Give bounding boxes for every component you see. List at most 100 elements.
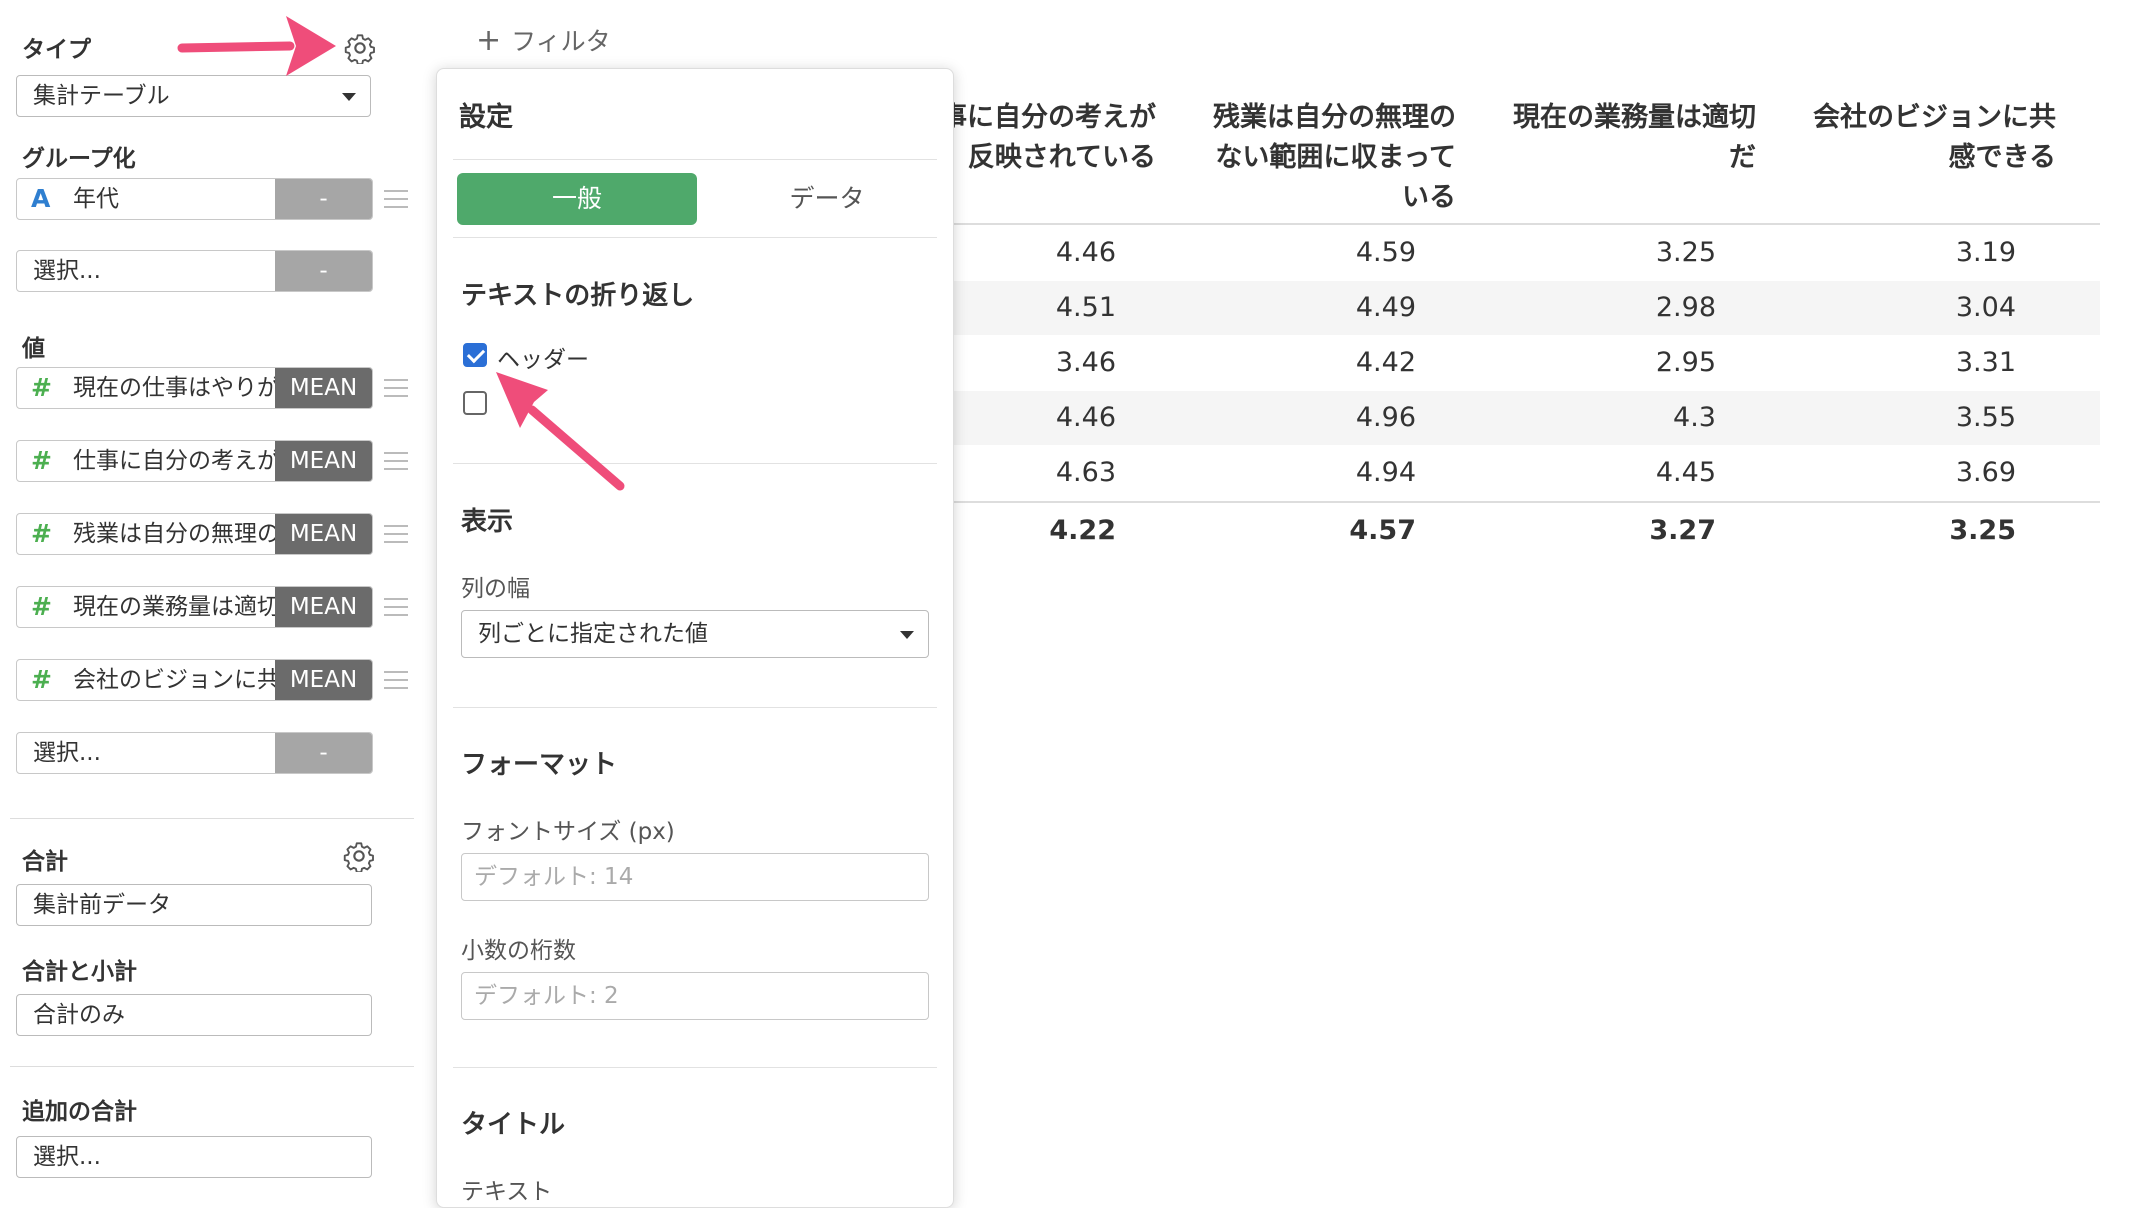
table-row: 4.46 4.96 4.3 3.55 (940, 391, 2100, 445)
table-cell: 3.31 (1955, 347, 2016, 378)
col-width-select[interactable]: 列ごとに指定された値 (461, 610, 929, 658)
subtotal-select[interactable]: 合計のみ (16, 994, 372, 1036)
column-header[interactable]: 会社のビジョンに共 感できる (1776, 98, 2056, 178)
col-width-label: 列の幅 (461, 576, 530, 602)
font-size-input[interactable] (461, 853, 929, 901)
value-agg-button[interactable]: MEAN (275, 587, 372, 627)
drag-handle-icon[interactable] (384, 598, 408, 616)
add-filter-button[interactable]: + フィルタ (476, 22, 611, 58)
value-item[interactable]: # 会社のビジョンに共感できる MEAN (16, 659, 373, 701)
column-header[interactable]: 現在の業務量は適切 だ (1476, 98, 1756, 178)
table-cell: 3.55 (1955, 402, 2016, 433)
value-agg-button[interactable]: MEAN (275, 368, 372, 408)
wrap-header-label: ヘッダー (497, 347, 589, 373)
table-cell: 2.98 (1655, 292, 1716, 323)
header-line: 会社のビジョンに共 (1813, 102, 2056, 133)
header-line: いる (1402, 182, 1456, 213)
value-item-name: 会社のビジョンに共感できる (73, 667, 293, 693)
tab-data[interactable]: データ (707, 173, 947, 225)
subtotal-label: 合計と小計 (22, 959, 137, 985)
header-line: 残業は自分の無理の (1213, 102, 1456, 133)
drag-handle-icon[interactable] (384, 379, 408, 397)
table-cell: 4.94 (1355, 457, 1416, 488)
table-row: 4.46 4.59 3.25 3.19 (940, 226, 2100, 280)
extra-total-select-value: 選択... (33, 1144, 101, 1170)
table-cell: 4.42 (1355, 347, 1416, 378)
text-type-icon: A (31, 184, 51, 213)
table-row: 4.51 4.49 2.98 3.04 (940, 281, 2100, 335)
font-size-label: フォントサイズ (px) (461, 819, 675, 845)
total-select-value: 集計前データ (33, 892, 171, 918)
table-cell: 4.96 (1355, 402, 1416, 433)
total-settings-gear-icon[interactable] (343, 840, 375, 872)
extra-total-select[interactable]: 選択... (16, 1136, 372, 1178)
subtotal-select-value: 合計のみ (33, 1002, 125, 1028)
col-width-value: 列ごとに指定された値 (478, 621, 708, 647)
total-label: 合計 (22, 849, 68, 875)
value-item[interactable]: # 現在の業務量は適切だ MEAN (16, 586, 373, 628)
title-text-label: テキスト (461, 1179, 553, 1205)
total-divider (940, 501, 2100, 503)
extra-total-label: 追加の合計 (22, 1099, 137, 1125)
table-cell: 4.3 (1673, 402, 1716, 433)
filter-label: フィルタ (511, 27, 611, 56)
number-type-icon: # (31, 446, 52, 475)
drag-handle-icon[interactable] (384, 190, 408, 208)
value-item[interactable]: # 現在の仕事はやりがいを感じる MEAN (16, 367, 373, 409)
value-label: 値 (22, 336, 45, 362)
value-item-name: 現在の仕事はやりがいを感じる (73, 375, 293, 401)
total-cell: 3.25 (1949, 515, 2016, 546)
header-line: 感できる (1948, 142, 2056, 173)
left-sidebar: タイプ 集計テーブル グループ化 A 年代 - 選択... - 値 # 現在の仕… (0, 0, 420, 1202)
decimals-input[interactable] (461, 972, 929, 1020)
value-agg-button[interactable]: MEAN (275, 441, 372, 481)
drag-handle-icon[interactable] (384, 671, 408, 689)
group-item-name: 年代 (73, 186, 119, 212)
number-type-icon: # (31, 665, 52, 694)
value-item-name: 現在の業務量は適切だ (73, 594, 293, 620)
wrap-cell-checkbox[interactable] (463, 391, 487, 415)
total-cell: 3.27 (1649, 515, 1716, 546)
wrap-section-title: テキストの折り返し (461, 281, 695, 311)
value-item-name: 仕事に自分の考えが反映されている (73, 448, 293, 474)
table-cell: 4.49 (1355, 292, 1416, 323)
wrap-header-checkbox[interactable] (463, 343, 487, 367)
drag-handle-icon[interactable] (384, 452, 408, 470)
type-settings-gear-icon[interactable] (344, 32, 376, 64)
type-select[interactable]: 集計テーブル (16, 75, 371, 117)
table-cell: 3.04 (1955, 292, 2016, 323)
value-item-name: 残業は自分の無理のない範囲に収まっている (73, 521, 293, 547)
divider (10, 1066, 414, 1067)
value-agg-button[interactable]: MEAN (275, 660, 372, 700)
popup-title: 設定 (459, 102, 513, 133)
table-total-row: 4.22 4.57 3.27 3.25 (940, 504, 2100, 558)
value-item[interactable]: # 仕事に自分の考えが反映されている MEAN (16, 440, 373, 482)
number-type-icon: # (31, 592, 52, 621)
plus-icon: + (476, 23, 502, 58)
tab-general[interactable]: 一般 (457, 173, 697, 225)
header-divider (940, 223, 2100, 225)
column-header[interactable]: 残業は自分の無理の ない範囲に収まって いる (1176, 98, 1456, 218)
table-cell: 2.95 (1655, 347, 1716, 378)
header-line: ない範囲に収まって (1215, 142, 1456, 173)
divider (453, 1067, 937, 1068)
table-cell: 4.45 (1655, 457, 1716, 488)
value-select-placeholder[interactable]: 選択... - (16, 732, 373, 774)
divider (10, 818, 414, 819)
value-select-text: 選択... (33, 740, 101, 766)
group-agg-button[interactable]: - (275, 179, 372, 219)
chevron-down-icon (342, 93, 356, 101)
table-cell: 4.59 (1355, 237, 1416, 268)
group-label: グループ化 (22, 146, 136, 172)
value-item[interactable]: # 残業は自分の無理のない範囲に収まっている MEAN (16, 513, 373, 555)
drag-handle-icon[interactable] (384, 525, 408, 543)
value-agg-button[interactable]: - (275, 733, 372, 773)
settings-popup: 設定 一般 データ テキストの折り返し ヘッダー 表示 列の幅 列ごとに指定され… (436, 68, 954, 1208)
value-agg-button[interactable]: MEAN (275, 514, 372, 554)
group-select-placeholder[interactable]: 選択... - (16, 250, 373, 292)
total-select[interactable]: 集計前データ (16, 884, 372, 926)
group-item[interactable]: A 年代 - (16, 178, 373, 220)
display-section-title: 表示 (461, 507, 514, 537)
header-line: だ (1729, 142, 1756, 173)
group-agg-button[interactable]: - (275, 251, 372, 291)
